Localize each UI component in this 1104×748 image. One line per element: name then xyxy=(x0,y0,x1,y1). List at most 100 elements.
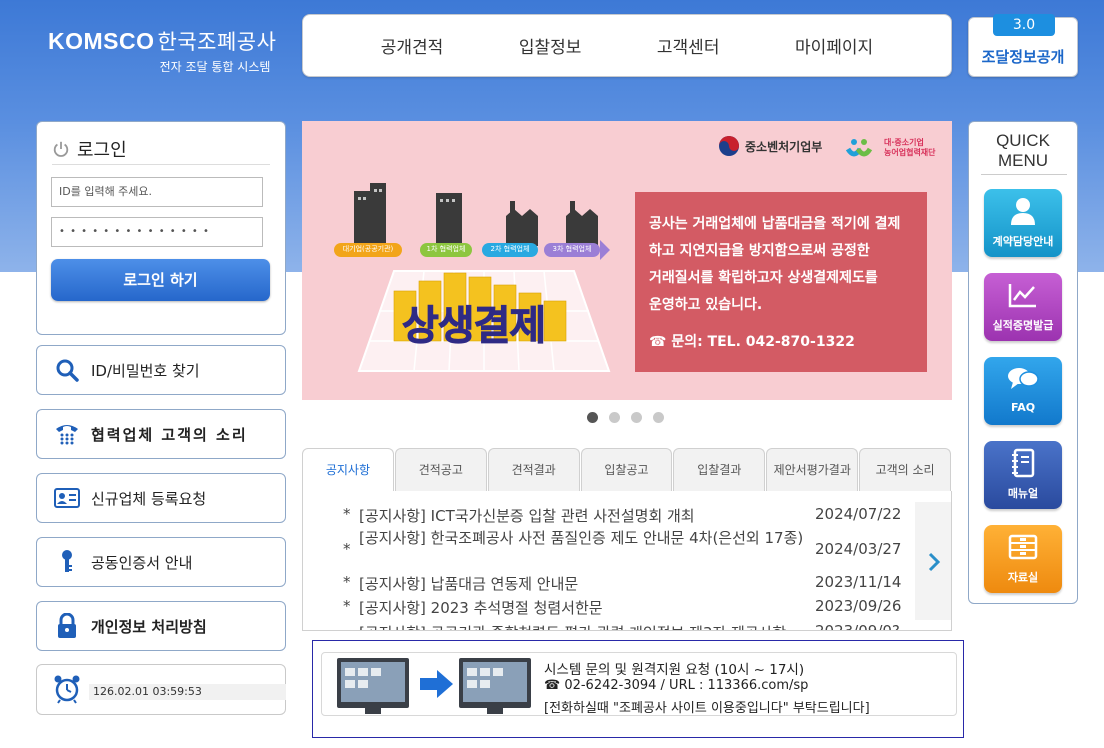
banner-pagination xyxy=(587,412,664,423)
banner-headline: 상생결제 xyxy=(401,303,546,350)
list-item[interactable]: * [공지사항] 2023 추석명절 청렴서한문 2023/09/26 xyxy=(343,597,915,618)
quick-menu-title-line1: QUICK xyxy=(996,131,1050,150)
slide-dot-2[interactable] xyxy=(609,412,620,423)
procurement-disclosure-label: 조달정보공개 xyxy=(981,48,1065,66)
quick-menu-title-line2: MENU xyxy=(997,151,1049,170)
speech-bubble-icon xyxy=(1008,368,1039,389)
nav-customer-center[interactable]: 고객센터 xyxy=(657,33,720,58)
phone-icon xyxy=(56,425,78,445)
step-tier3: 3차 협력업체 xyxy=(552,245,592,253)
sponsor-foundation: 대·중소기업 농어업협력재단 xyxy=(846,135,936,161)
manual-label: 매뉴얼 xyxy=(1007,487,1039,500)
faq-button[interactable]: FAQ xyxy=(984,357,1062,425)
archive-button[interactable]: 자료실 xyxy=(984,525,1062,593)
notice-title[interactable]: [공지사항] 한국조폐공사 사전 품질인증 제도 안내문 4차(은선외 17종) xyxy=(359,529,815,559)
notice-next-area[interactable] xyxy=(915,502,951,620)
logo-korean: 한국조폐공사 xyxy=(157,31,277,54)
tab-proposal-evaluation[interactable]: 제안서평가결과 xyxy=(766,448,859,492)
cabinet-icon xyxy=(1008,534,1038,560)
search-icon xyxy=(56,359,79,382)
chevron-right-icon xyxy=(928,552,941,572)
step-tier2: 2차 협력업체 xyxy=(490,245,530,253)
login-button[interactable]: 로그인 하기 xyxy=(51,259,270,301)
notice-date: 2024/03/27 xyxy=(815,540,902,558)
sponsor-foundation-line1: 대·중소기업 xyxy=(884,138,924,147)
faq-label: FAQ xyxy=(1010,401,1036,414)
list-item[interactable]: * [공지사항] 한국조폐공사 사전 품질인증 제도 안내문 4차(은선외 17종… xyxy=(343,529,915,559)
logo-subtitle: 전자 조달 통합 시스템 xyxy=(159,60,271,74)
tab-quote-result[interactable]: 견적결과 xyxy=(487,448,580,492)
banner-text-line: 운영하고 있습니다. xyxy=(649,297,763,313)
slide-dot-3[interactable] xyxy=(631,412,642,423)
notice-title[interactable]: [공지사항] 2023 추석명절 청렴서한문 xyxy=(359,597,815,618)
list-item[interactable]: *[공지사항] 공공기관 종합청렴도 평가 관련 개인정보 제3자 제공사항20… xyxy=(343,622,915,631)
foundation-logo-icon xyxy=(846,139,873,157)
notice-list: * [공지사항] ICT국가신분증 입찰 관련 사전설명회 개최 2024/07/2… xyxy=(302,491,952,631)
remote-monitors-illustration xyxy=(337,658,531,714)
nav-open-quote[interactable]: 공개견적 xyxy=(381,33,444,58)
slide-dot-1[interactable] xyxy=(587,412,598,423)
remote-support-contact: ☎ 02-6242-3094 / URL : 113366.com/sp xyxy=(544,678,809,693)
tab-customer-voice[interactable]: 고객의 소리 xyxy=(859,448,952,492)
banner-text-line: 하고 지연지급을 방지함으로써 공정한 xyxy=(649,243,870,259)
new-vendor-registration-label: 신규업체 등록요청 xyxy=(91,489,207,508)
tab-bid-announcement[interactable]: 입찰공고 xyxy=(580,448,673,492)
sponsor-mss-label: 중소벤처기업부 xyxy=(745,139,823,154)
sponsor-foundation-line2: 농어업협력재단 xyxy=(884,148,936,157)
power-icon xyxy=(53,141,69,157)
nav-my-page[interactable]: 마이페이지 xyxy=(795,33,873,58)
quick-menu-divider xyxy=(981,174,1067,175)
step-large-company: 대기업(공공기관) xyxy=(342,245,394,253)
performance-certificate-label: 실적증명발급 xyxy=(992,319,1054,332)
remote-support-title: 시스템 문의 및 원격지원 요청 (10시 ~ 17시) xyxy=(544,662,805,678)
id-input[interactable]: ID를 입력해 주세요. xyxy=(51,177,263,207)
board-tabs: 공지사항 견적공고 견적결과 입찰공고 입찰결과 제안서평가결과 고객의 소리 xyxy=(302,448,952,492)
logo-brand: KOMSCO xyxy=(48,28,155,54)
partner-voice-button[interactable]: 협력업체 고객의 소리 xyxy=(36,409,286,459)
manual-button[interactable]: 매뉴얼 xyxy=(984,441,1062,509)
lock-icon xyxy=(58,613,76,638)
contract-manager-label: 계약담당안내 xyxy=(992,235,1054,248)
contract-manager-button[interactable]: 계약담당안내 xyxy=(984,189,1062,257)
notice-title[interactable]: [공지사항] 납품대금 연동제 안내문 xyxy=(359,573,815,594)
quick-menu-title: QUICK MENU xyxy=(969,131,1077,171)
tab-notice[interactable]: 공지사항 xyxy=(302,448,394,492)
sponsor-mss: 중소벤처기업부 xyxy=(718,135,822,157)
notice-title[interactable]: [공지사항] ICT국가신분증 입찰 관련 사전설명회 개최 xyxy=(359,505,815,526)
banner-info-box: 공사는 거래업체에 납품대금을 적기에 결제 하고 지연지급을 방지함으로써 공… xyxy=(635,192,927,372)
privacy-policy-label: 개인정보 처리방침 xyxy=(91,617,207,636)
nav-bid-info[interactable]: 입찰정보 xyxy=(519,33,582,58)
banner-text-line: 공사는 거래업체에 납품대금을 적기에 결제 xyxy=(649,216,901,232)
login-panel: 로그인 ID를 입력해 주세요. • • • • • • • • • • • •… xyxy=(36,121,286,335)
notice-title[interactable]: [공지사항] 공공기관 종합청렴도 평가 관련 개인정보 제3자 제공사항 xyxy=(359,622,815,630)
certificate-guide-label: 공동인증서 안내 xyxy=(91,553,193,572)
clock-time: 126.02.01 03:59:53 xyxy=(89,684,286,700)
server-clock: 126.02.01 03:59:53 xyxy=(36,664,286,715)
list-item[interactable]: * [공지사항] ICT국가신분증 입찰 관련 사전설명회 개최 2024/07/2… xyxy=(343,505,915,526)
certificate-guide-button[interactable]: 공동인증서 안내 xyxy=(36,537,286,587)
main-banner[interactable]: 중소벤처기업부 대·중소기업 농어업협력재단 상생결제 대기업(공공기관) 1차… xyxy=(302,121,952,400)
taegeuk-logo-icon xyxy=(719,136,739,156)
password-input[interactable]: • • • • • • • • • • • • • • xyxy=(51,217,263,247)
remote-support-inner: 시스템 문의 및 원격지원 요청 (10시 ~ 17시) ☎ 02-6242-3… xyxy=(321,652,957,716)
performance-certificate-button[interactable]: 실적증명발급 xyxy=(984,273,1062,341)
partner-voice-label: 협력업체 고객의 소리 xyxy=(91,425,248,444)
find-id-password-button[interactable]: ID/비밀번호 찾기 xyxy=(36,345,286,395)
alarm-clock-icon xyxy=(54,675,80,704)
notice-date: 2023/09/0? xyxy=(815,622,900,631)
notebook-icon xyxy=(1012,448,1035,478)
list-item[interactable]: * [공지사항] 납품대금 연동제 안내문 2023/11/14 xyxy=(343,573,915,594)
quick-menu: QUICK MENU 계약담당안내 실적증명발급 FAQ 매뉴얼 자료실 xyxy=(968,121,1078,604)
person-icon xyxy=(1011,198,1035,225)
site-logo[interactable]: KOMSCO 한국조폐공사 전자 조달 통합 시스템 xyxy=(48,26,276,75)
banner-text-line: 거래질서를 확립하고자 상생결제제도를 xyxy=(649,270,878,286)
privacy-policy-button[interactable]: 개인정보 처리방침 xyxy=(36,601,286,651)
procurement-disclosure-button[interactable]: 3.0 조달정보공개 xyxy=(968,14,1078,77)
remote-support-banner[interactable]: 시스템 문의 및 원격지원 요청 (10시 ~ 17시) ☎ 02-6242-3… xyxy=(312,640,964,738)
tab-bid-result[interactable]: 입찰결과 xyxy=(673,448,766,492)
key-icon xyxy=(62,550,72,572)
login-title: 로그인 xyxy=(52,134,270,165)
new-vendor-registration-button[interactable]: 신규업체 등록요청 xyxy=(36,473,286,523)
tab-quote-announcement[interactable]: 견적공고 xyxy=(394,448,487,492)
slide-dot-4[interactable] xyxy=(653,412,664,423)
